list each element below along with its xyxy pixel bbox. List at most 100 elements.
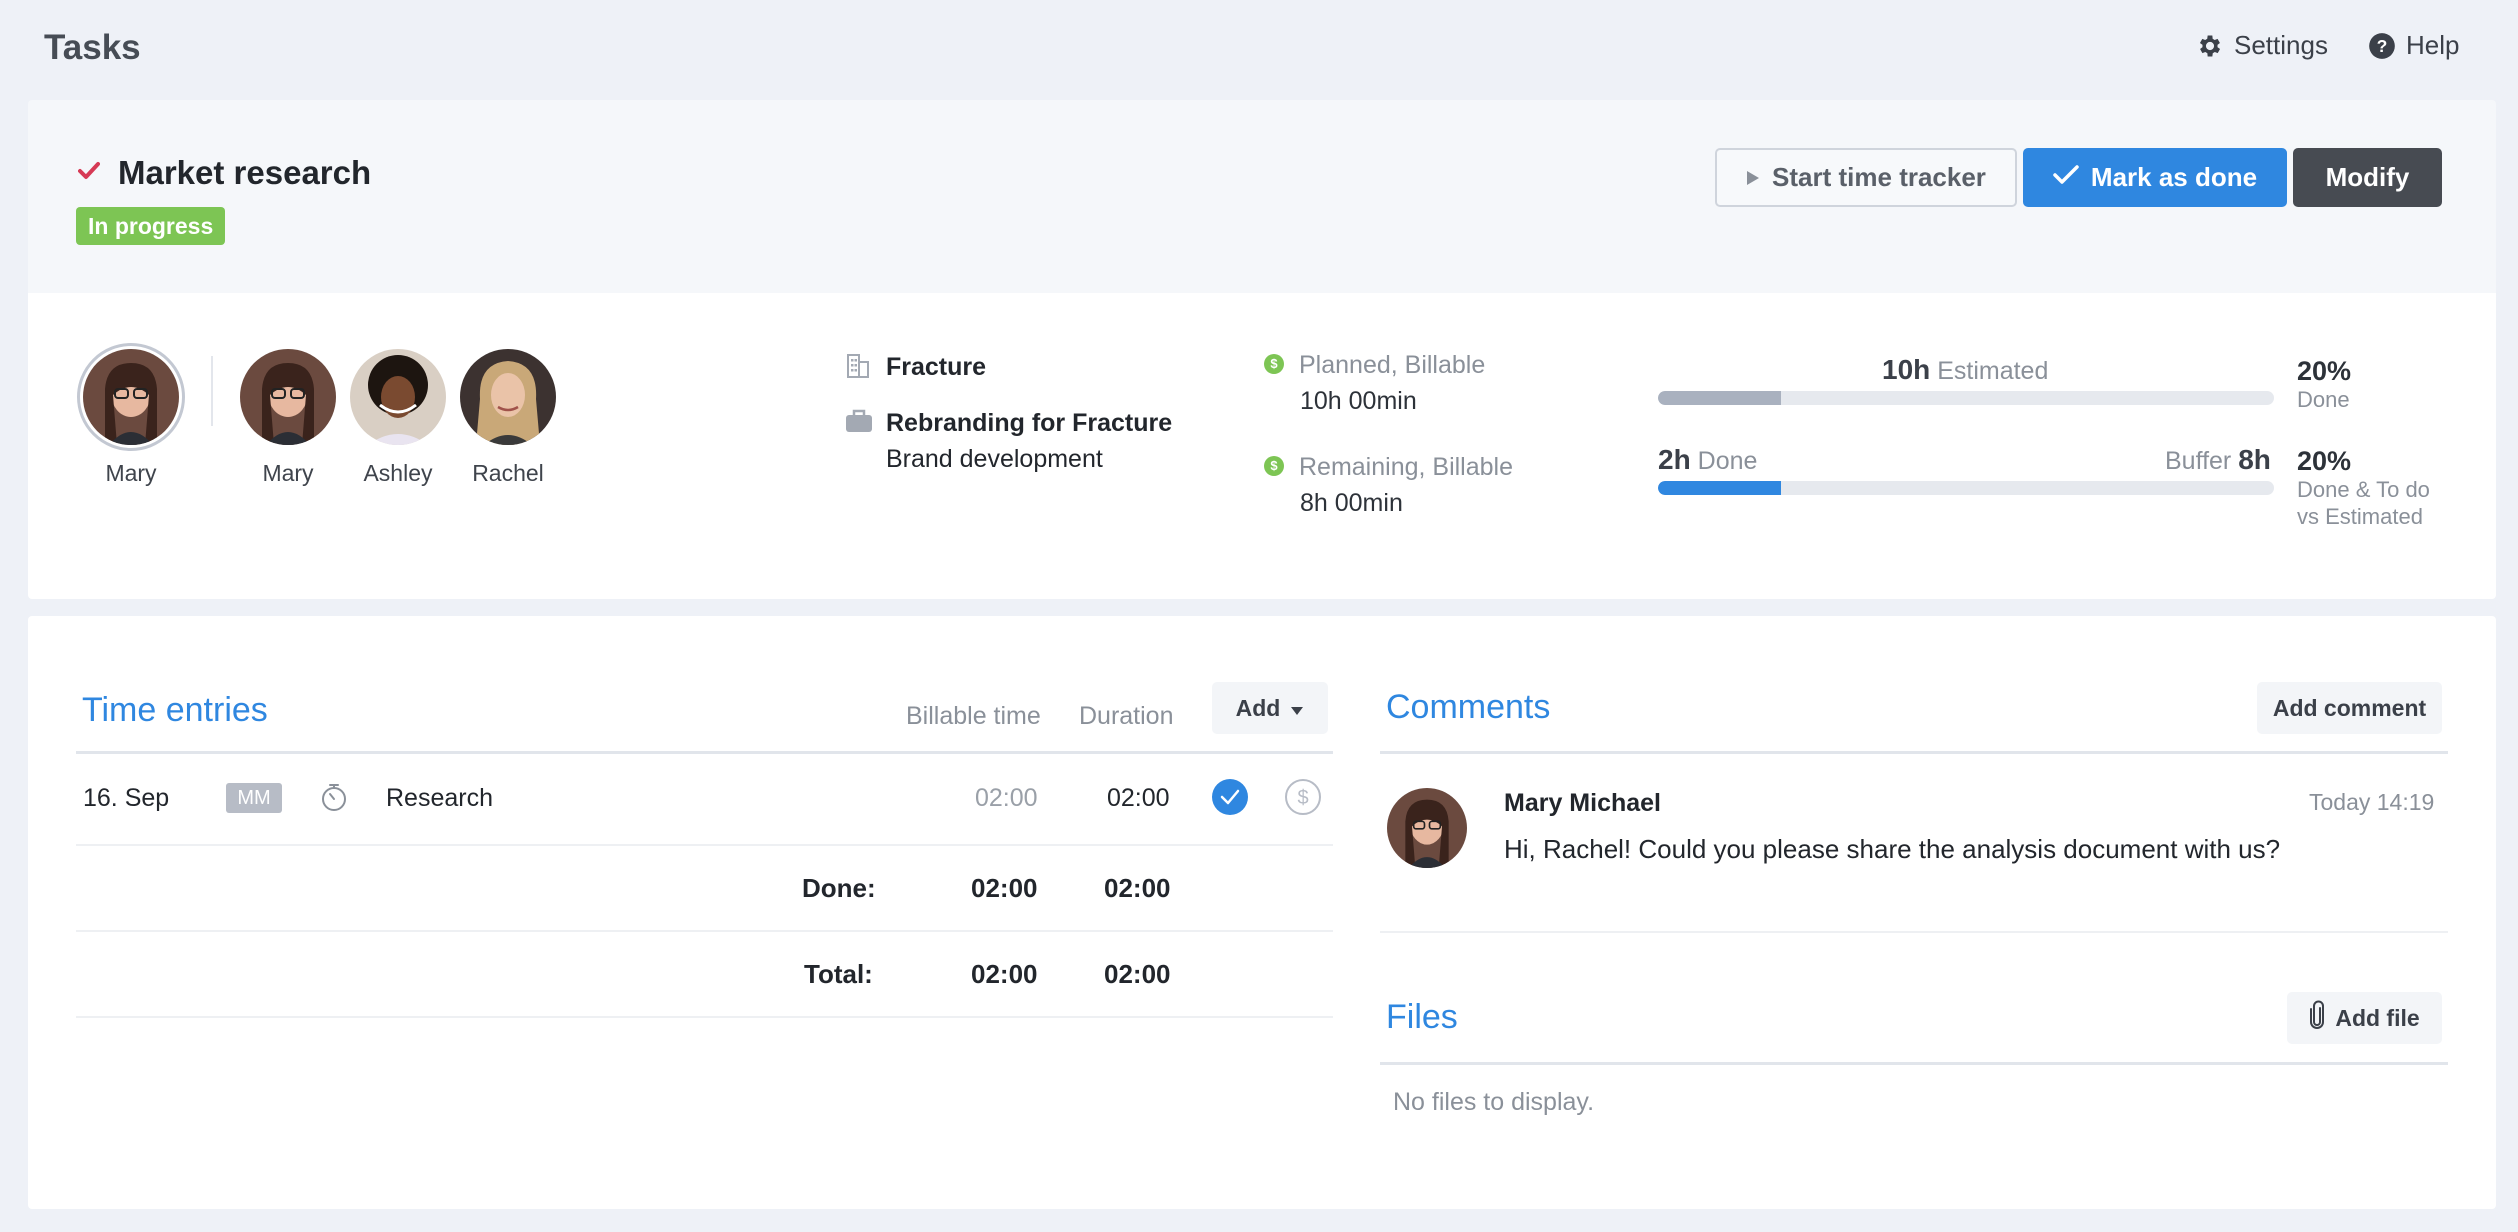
- client-name[interactable]: Fracture: [886, 353, 986, 382]
- done-value: 2h: [1658, 444, 1691, 475]
- comment-author: Mary Michael: [1504, 789, 1662, 817]
- modify-button[interactable]: Modify: [2293, 148, 2442, 207]
- files-title: Files: [1386, 998, 1458, 1036]
- comment-text: Hi, Rachel! Could you please share the a…: [1504, 834, 2281, 864]
- comments-title: Comments: [1386, 688, 1551, 726]
- avatar-name: Rachel: [472, 460, 544, 486]
- stopwatch-icon[interactable]: [320, 782, 348, 817]
- remaining-value: 8h 00min: [1300, 489, 1403, 517]
- files-empty-message: No files to display.: [1393, 1088, 1595, 1116]
- status-badge: In progress: [76, 207, 226, 245]
- pct-done-label: Done: [2297, 387, 2350, 412]
- buffer-label: Buffer: [2165, 447, 2232, 475]
- total-duration: 02:00: [1104, 959, 1171, 989]
- page-title: Tasks: [44, 28, 141, 67]
- avatar-name: Mary: [262, 460, 314, 486]
- service-name: Brand development: [886, 445, 1103, 473]
- task-title-row: Market research: [78, 154, 371, 192]
- buffer-value: 8h: [2238, 444, 2271, 475]
- pct-done: 20%: [2297, 356, 2352, 386]
- modify-label: Modify: [2325, 162, 2410, 192]
- paperclip-icon: [2309, 1000, 2325, 1036]
- task-info-panel: [28, 293, 2496, 599]
- help-label: Help: [2406, 30, 2460, 60]
- done-caption: 2h Done: [1658, 444, 1757, 476]
- add-time-entry-button[interactable]: Add: [1212, 682, 1328, 734]
- add-file-button[interactable]: Add file: [2287, 992, 2442, 1044]
- billable-dollar-icon[interactable]: $: [1284, 778, 1322, 821]
- avatar[interactable]: [1387, 788, 1467, 868]
- billable-time-header: Billable time: [906, 702, 1041, 730]
- add-file-label: Add file: [2335, 1004, 2420, 1031]
- project-name[interactable]: Rebranding for Fracture: [886, 409, 1172, 438]
- pct-todo-label: Done & To do: [2297, 477, 2430, 502]
- svg-text:$: $: [1297, 787, 1308, 809]
- estimated-caption: 10h Estimated: [1882, 354, 2048, 386]
- checkmark-icon: [2053, 162, 2079, 193]
- avatar-divider: [211, 356, 213, 426]
- billable-dollar-icon: $: [1264, 456, 1284, 476]
- done-progress-bar: [1658, 481, 2274, 495]
- time-entries-title: Time entries: [82, 691, 268, 729]
- remaining-label: Remaining, Billable: [1299, 453, 1514, 481]
- divider: [76, 1016, 1333, 1018]
- mark-as-done-button[interactable]: Mark as done: [2023, 148, 2287, 207]
- gear-icon: [2196, 32, 2224, 60]
- svg-text:?: ?: [2377, 35, 2388, 55]
- avatar[interactable]: [460, 349, 556, 445]
- entry-date: 16. Sep: [83, 784, 170, 812]
- done-label: Done: [1697, 447, 1758, 475]
- start-time-tracker-label: Start time tracker: [1772, 162, 1986, 192]
- divider: [76, 844, 1333, 846]
- top-bar: Tasks Settings ? Help: [0, 0, 2518, 98]
- task-title: Market research: [118, 154, 372, 191]
- divider: [76, 930, 1333, 932]
- done-billable-total: 02:00: [971, 873, 1038, 903]
- pct-todo: 20%: [2297, 446, 2352, 476]
- start-time-tracker-button[interactable]: Start time tracker: [1715, 148, 2017, 207]
- buffer-caption: Buffer 8h: [2165, 444, 2271, 476]
- mark-as-done-label: Mark as done: [2090, 162, 2258, 192]
- estimated-value: 10h: [1882, 354, 1931, 385]
- done-duration-total: 02:00: [1104, 873, 1171, 903]
- settings-link[interactable]: Settings: [2196, 30, 2328, 61]
- estimated-progress-fill: [1658, 391, 1782, 405]
- caret-down-icon: [1290, 695, 1304, 722]
- check-icon: [78, 161, 100, 186]
- divider: [1380, 1062, 2448, 1065]
- done-progress-fill: [1658, 481, 1782, 495]
- briefcase-icon: [845, 409, 873, 438]
- entry-description: Research: [386, 784, 493, 812]
- add-comment-button[interactable]: Add comment: [2257, 682, 2442, 734]
- avatar[interactable]: [350, 349, 446, 445]
- planned-value: 10h 00min: [1300, 387, 1417, 415]
- divider: [1380, 751, 2448, 754]
- billable-dollar-icon: $: [1264, 354, 1284, 374]
- pct-todo-label: vs Estimated: [2297, 504, 2423, 529]
- avatar-name: Ashley: [363, 460, 433, 486]
- approved-check-icon[interactable]: [1211, 778, 1249, 821]
- add-comment-label: Add comment: [2272, 694, 2427, 721]
- entry-duration: 02:00: [1107, 784, 1170, 812]
- divider: [1380, 931, 2448, 933]
- planned-label: Planned, Billable: [1299, 351, 1486, 379]
- add-label: Add: [1235, 694, 1281, 721]
- comment-time: Today 14:19: [2309, 789, 2435, 815]
- done-row-label: Done:: [802, 873, 876, 903]
- play-icon: [1746, 162, 1760, 193]
- avatar[interactable]: [83, 349, 179, 445]
- entry-billable-time: 02:00: [975, 784, 1038, 812]
- duration-header: Duration: [1079, 702, 1174, 730]
- user-initials-badge: MM: [226, 783, 282, 813]
- estimated-progress-bar: [1658, 391, 2274, 405]
- help-link[interactable]: ? Help: [2368, 30, 2459, 61]
- help-icon: ?: [2368, 32, 2396, 60]
- avatar[interactable]: [240, 349, 336, 445]
- building-icon: [846, 352, 870, 383]
- total-billable: 02:00: [971, 959, 1038, 989]
- divider: [76, 751, 1333, 754]
- estimated-label: Estimated: [1937, 357, 2049, 385]
- total-row-label: Total:: [804, 959, 873, 989]
- avatar-name: Mary: [105, 460, 157, 486]
- settings-label: Settings: [2234, 30, 2328, 60]
